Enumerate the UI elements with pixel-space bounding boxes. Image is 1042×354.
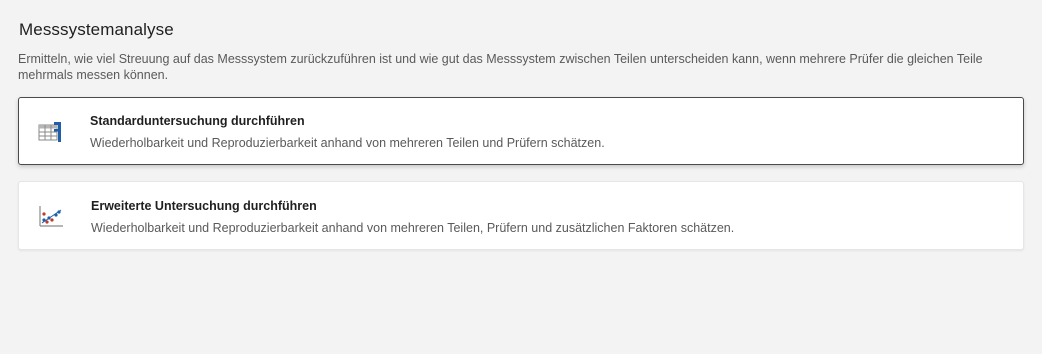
table-chart-icon — [36, 117, 66, 147]
option-title: Standarduntersuchung durchführen — [90, 114, 305, 128]
page-description: Ermitteln, wie viel Streuung auf das Mes… — [18, 52, 983, 82]
option-title: Erweiterte Untersuchung durchführen — [91, 199, 317, 213]
option-description: Wiederholbarkeit und Reproduzierbarkeit … — [91, 221, 735, 235]
option-card-standard-study[interactable]: Standarduntersuchung durchführen Wiederh… — [18, 97, 1024, 165]
option-description: Wiederholbarkeit und Reproduzierbarkeit … — [90, 136, 605, 150]
option-card-extended-study[interactable]: Erweiterte Untersuchung durchführen Wied… — [18, 181, 1024, 250]
page-title: Messsystemanalyse — [19, 20, 174, 39]
scatter-plot-icon — [36, 201, 66, 231]
